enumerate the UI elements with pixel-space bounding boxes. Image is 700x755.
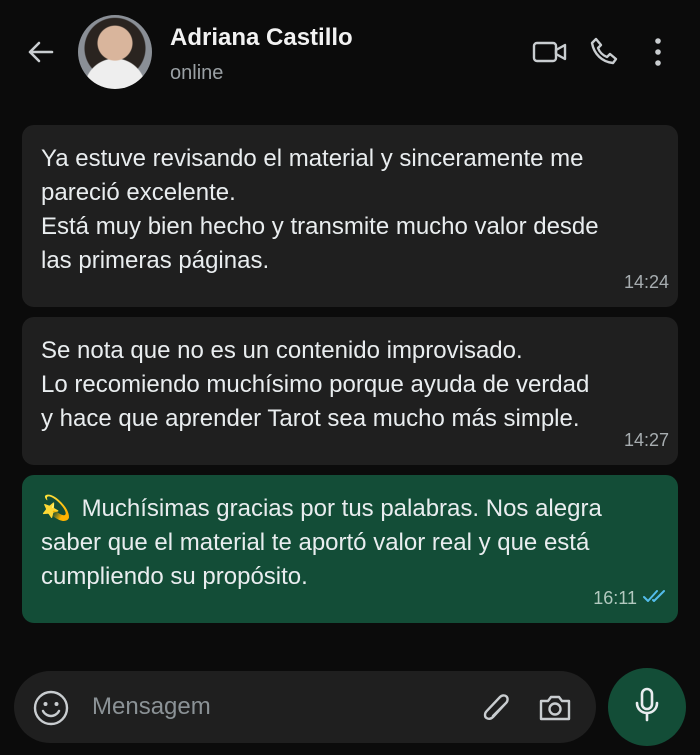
emoji-icon[interactable] <box>32 689 70 727</box>
more-options-icon[interactable] <box>644 34 672 70</box>
contact-name[interactable]: Adriana Castillo <box>170 24 353 52</box>
dizzy-emoji: 💫 <box>41 495 71 522</box>
message-text: Ya estuve revisando el material y sincer… <box>41 145 599 274</box>
double-check-icon <box>643 581 669 615</box>
chat-header: Adriana Castillo online <box>0 0 700 110</box>
microphone-button[interactable] <box>608 668 686 746</box>
message-input-bar[interactable]: Mensagem <box>14 671 596 743</box>
camera-icon[interactable] <box>535 689 575 727</box>
attach-icon[interactable] <box>478 689 514 727</box>
video-call-icon[interactable] <box>530 34 570 70</box>
message-input[interactable]: Mensagem <box>92 693 211 721</box>
message-text: 💫 Muchísimas gracias por tus palabras. N… <box>41 495 602 590</box>
back-arrow-icon[interactable] <box>22 34 58 70</box>
message-text: Se nota que no es un contenido improvisa… <box>41 337 590 432</box>
incoming-message[interactable]: Se nota que no es un contenido improvisa… <box>22 317 678 465</box>
message-time: 14:27 <box>623 430 669 450</box>
contact-status: online <box>170 62 224 84</box>
phone-icon[interactable] <box>586 34 622 70</box>
microphone-icon <box>634 687 660 728</box>
message-composer: Mensagem <box>0 655 700 755</box>
incoming-message[interactable]: Ya estuve revisando el material y sincer… <box>22 125 678 307</box>
avatar[interactable] <box>78 15 152 89</box>
outgoing-message[interactable]: 💫 Muchísimas gracias por tus palabras. N… <box>22 475 678 623</box>
message-time: 16:11 <box>593 581 669 615</box>
message-time: 14:24 <box>623 272 669 292</box>
